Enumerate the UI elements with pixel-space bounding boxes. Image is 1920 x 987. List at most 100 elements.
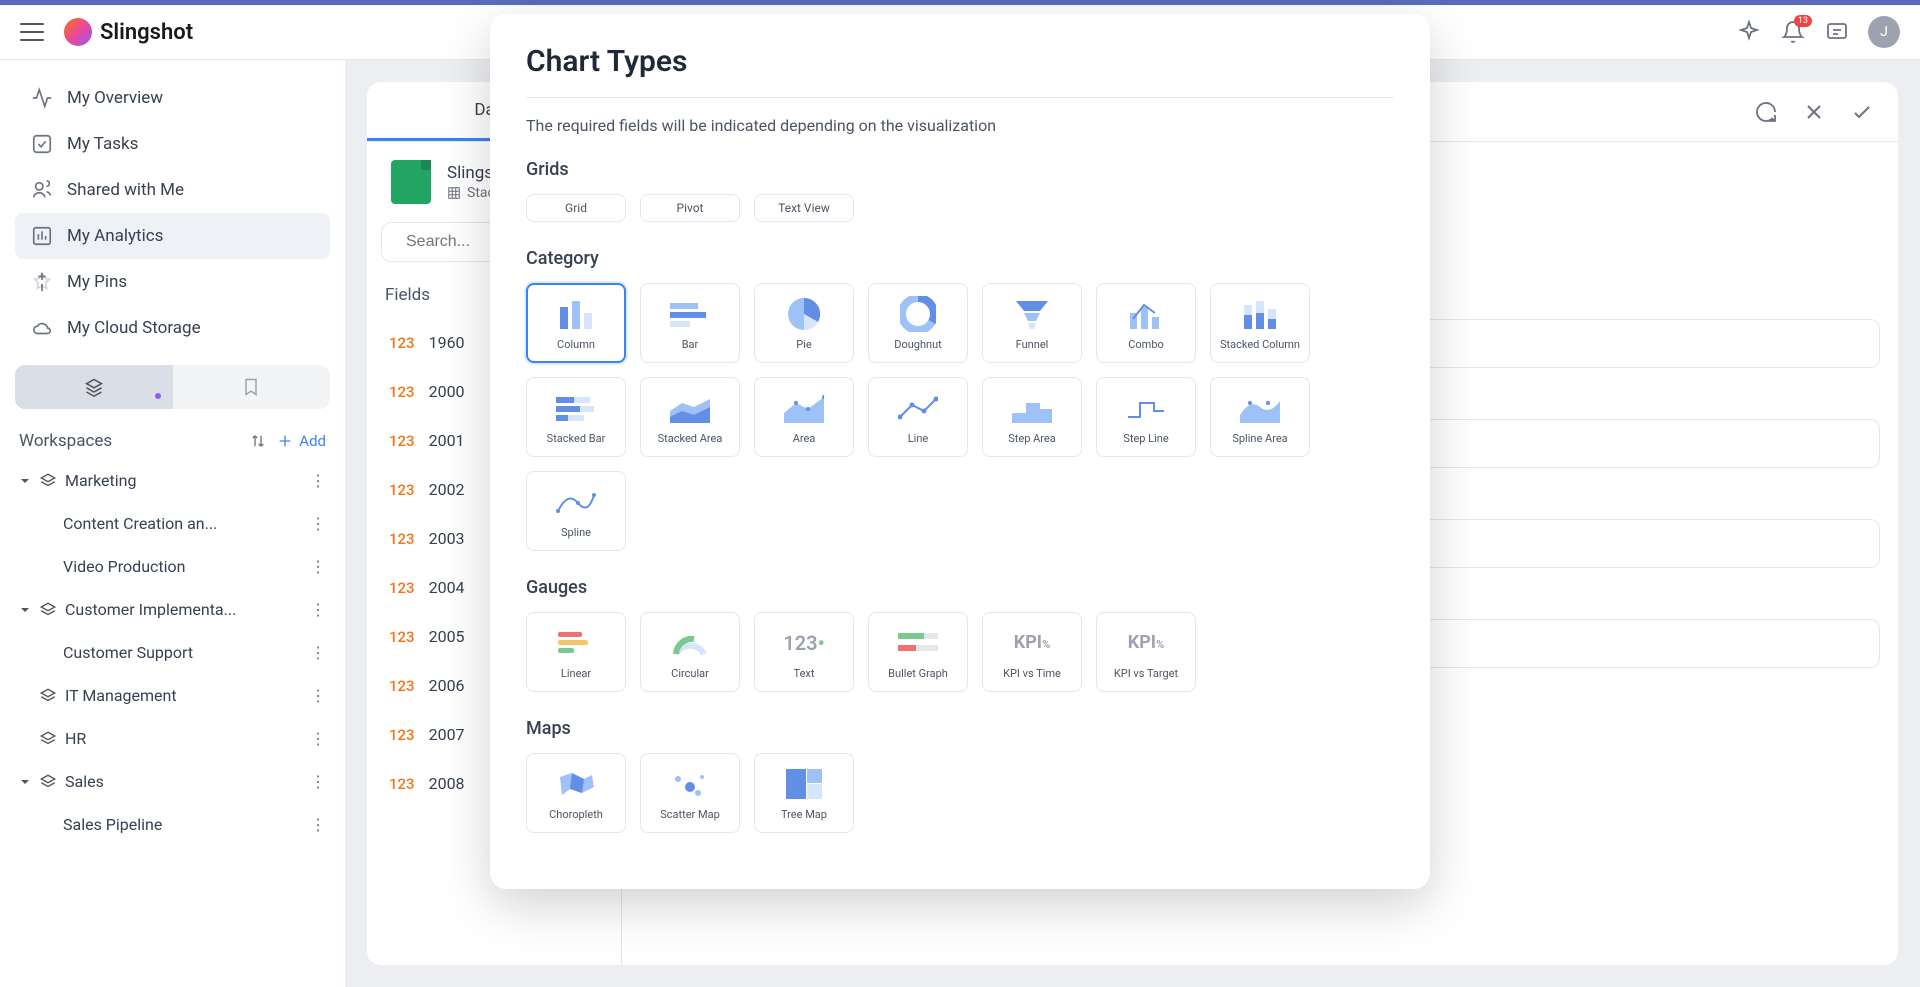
chart-type-text-view[interactable]: Text View: [754, 194, 854, 222]
workspace-customer-impl[interactable]: Customer Implementa... ⋮: [15, 588, 330, 631]
chart-type-kpi-vs-target[interactable]: KPI%KPI vs Target: [1096, 612, 1196, 692]
workspace-marketing[interactable]: Marketing ⋮: [15, 459, 330, 502]
chart-type-label: Grid: [565, 201, 587, 215]
field-type-badge: 123: [389, 334, 415, 352]
chart-type-stacked-area[interactable]: Stacked Area: [640, 377, 740, 457]
chart-type-label: Line: [908, 432, 929, 445]
chart-type-choropleth[interactable]: Choropleth: [526, 753, 626, 833]
field-label: 2006: [429, 676, 465, 695]
chart-type-combo[interactable]: Combo: [1096, 283, 1196, 363]
toggle-layers[interactable]: [15, 365, 173, 409]
chart-type-label: Text View: [778, 201, 830, 215]
chart-type-pivot[interactable]: Pivot: [640, 194, 740, 222]
chart-type-linear[interactable]: Linear: [526, 612, 626, 692]
chart-type-step-line[interactable]: Step Line: [1096, 377, 1196, 457]
nav-cloud[interactable]: My Cloud Storage: [15, 305, 330, 351]
line-icon: [898, 390, 938, 426]
nav-overview[interactable]: My Overview: [15, 75, 330, 121]
chart-type-circular[interactable]: Circular: [640, 612, 740, 692]
bar-icon: [670, 296, 710, 332]
chart-type-label: Column: [557, 338, 595, 351]
chart-type-column[interactable]: Column: [526, 283, 626, 363]
more-icon[interactable]: ⋮: [310, 557, 330, 576]
check-icon[interactable]: [1850, 100, 1874, 124]
workspace-video-production[interactable]: Video Production ⋮: [15, 545, 330, 588]
chart-type-scatter-map[interactable]: Scatter Map: [640, 753, 740, 833]
linear-icon: [556, 625, 596, 661]
chart-type-stacked-bar[interactable]: Stacked Bar: [526, 377, 626, 457]
chart-type-label: Choropleth: [549, 808, 603, 821]
field-label: 2005: [429, 627, 465, 646]
chart-type-pie[interactable]: Pie: [754, 283, 854, 363]
chart-type-spline[interactable]: Spline: [526, 471, 626, 551]
chart-type-grid[interactable]: Grid: [526, 194, 626, 222]
choropleth-icon: [556, 766, 596, 802]
nav-shared[interactable]: Shared with Me: [15, 167, 330, 213]
chart-type-bar[interactable]: Bar: [640, 283, 740, 363]
sparkle-icon[interactable]: [1736, 19, 1762, 45]
more-icon[interactable]: ⋮: [310, 686, 330, 705]
chart-type-stacked-column[interactable]: Stacked Column: [1210, 283, 1310, 363]
workspace-content-creation[interactable]: Content Creation an... ⋮: [15, 502, 330, 545]
chart-type-label: Pie: [796, 338, 811, 351]
grid-icon: [447, 186, 461, 200]
nav-pins[interactable]: My Pins: [15, 259, 330, 305]
spline-area-icon: [1240, 390, 1280, 426]
scatter-map-icon: [670, 766, 710, 802]
stacked-area-icon: [670, 390, 710, 426]
logo-icon: [64, 18, 92, 46]
chat-icon[interactable]: [1824, 19, 1850, 45]
chart-type-label: KPI vs Time: [1003, 667, 1061, 680]
chart-type-kpi-vs-time[interactable]: KPI% KPI vs Time: [982, 612, 1082, 692]
kpi-vs-time-icon: KPI%: [1014, 625, 1050, 661]
toggle-bookmarks[interactable]: [173, 365, 331, 409]
funnel-icon: [1014, 296, 1050, 332]
workspace-add-button[interactable]: Add: [277, 432, 326, 450]
nav-analytics[interactable]: My Analytics: [15, 213, 330, 259]
chart-type-text[interactable]: 123•Text: [754, 612, 854, 692]
column-icon: [556, 296, 596, 332]
avatar[interactable]: J: [1868, 16, 1900, 48]
redo-icon[interactable]: [1754, 100, 1778, 124]
chart-type-doughnut[interactable]: Doughnut: [868, 283, 968, 363]
chart-type-step-area[interactable]: Step Area: [982, 377, 1082, 457]
chart-type-label: Scatter Map: [660, 808, 720, 821]
chart-type-label: Pivot: [677, 201, 704, 215]
chart-type-label: Funnel: [1016, 338, 1049, 351]
chart-type-funnel[interactable]: Funnel: [982, 283, 1082, 363]
excel-icon: [391, 160, 431, 204]
hamburger-menu[interactable]: [20, 23, 44, 41]
more-icon[interactable]: ⋮: [310, 815, 330, 834]
more-icon[interactable]: ⋮: [310, 772, 330, 791]
chart-type-bullet-graph[interactable]: Bullet Graph: [868, 612, 968, 692]
field-type-badge: 123: [389, 677, 415, 695]
workspace-sales-pipeline[interactable]: Sales Pipeline ⋮: [15, 803, 330, 846]
workspace-customer-support[interactable]: Customer Support ⋮: [15, 631, 330, 674]
more-icon[interactable]: ⋮: [310, 471, 330, 490]
sort-icon[interactable]: [249, 432, 267, 450]
more-icon[interactable]: ⋮: [310, 643, 330, 662]
workspace-hr[interactable]: HR ⋮: [15, 717, 330, 760]
chart-type-area[interactable]: Area: [754, 377, 854, 457]
caret-down-icon: [19, 604, 31, 616]
notifications-icon[interactable]: 13: [1780, 19, 1806, 45]
field-label: 2004: [429, 578, 465, 597]
chart-type-spline-area[interactable]: Spline Area: [1210, 377, 1310, 457]
field-type-badge: 123: [389, 775, 415, 793]
bullet-graph-icon: [898, 625, 938, 661]
chart-type-line[interactable]: Line: [868, 377, 968, 457]
field-label: 2002: [429, 480, 465, 499]
chart-type-tree-map[interactable]: Tree Map: [754, 753, 854, 833]
workspace-it[interactable]: IT Management ⋮: [15, 674, 330, 717]
more-icon[interactable]: ⋮: [310, 729, 330, 748]
stacked-bar-icon: [556, 390, 596, 426]
brand-logo[interactable]: Slingshot: [64, 18, 193, 46]
more-icon[interactable]: ⋮: [310, 600, 330, 619]
nav-tasks[interactable]: My Tasks: [15, 121, 330, 167]
more-icon[interactable]: ⋮: [310, 514, 330, 533]
activity-icon: [31, 87, 53, 109]
chart-type-label: Spline Area: [1232, 432, 1287, 445]
close-icon[interactable]: [1802, 100, 1826, 124]
stack-icon: [39, 687, 57, 705]
workspace-sales[interactable]: Sales ⋮: [15, 760, 330, 803]
